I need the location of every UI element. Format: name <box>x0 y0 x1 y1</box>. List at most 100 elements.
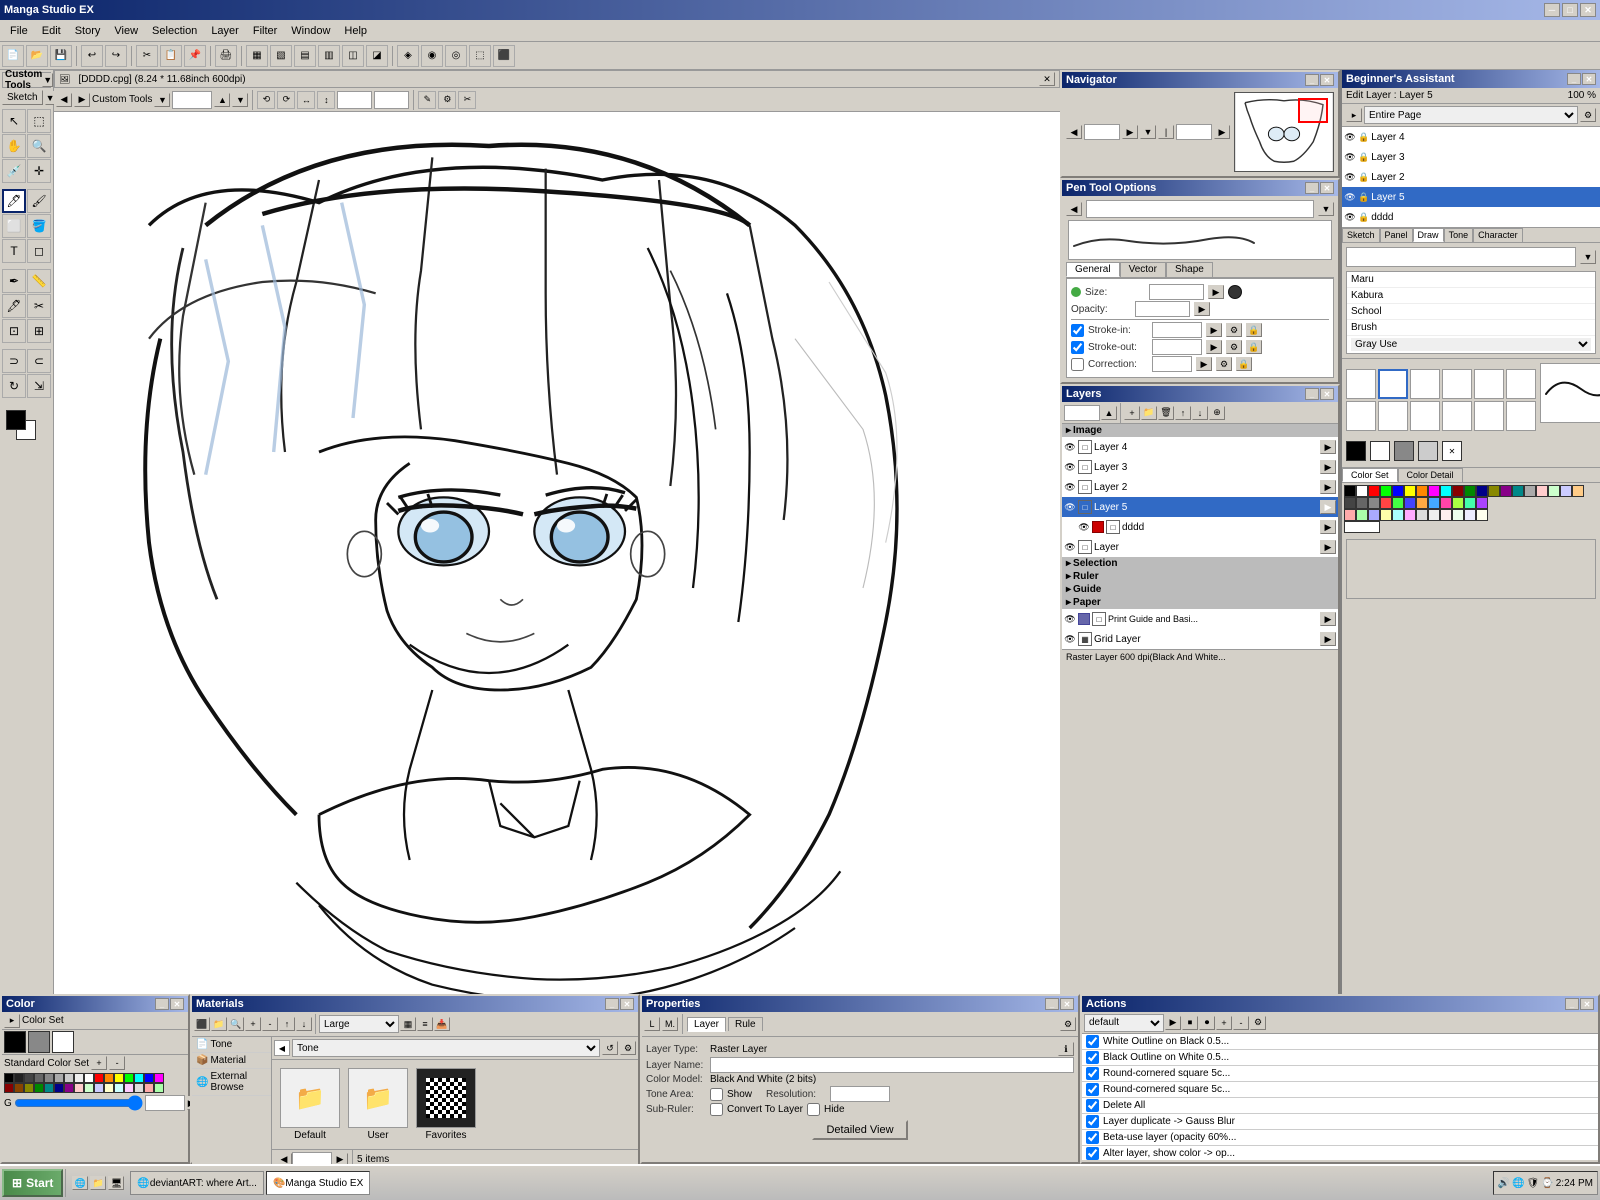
correction-input[interactable]: 5.0 <box>1152 356 1192 372</box>
action-0-check[interactable] <box>1086 1035 1099 1048</box>
st-btn6[interactable]: ⚙ <box>438 91 456 109</box>
action-3-check[interactable] <box>1086 1083 1099 1096</box>
save-button[interactable]: 💾 <box>50 45 72 67</box>
nav-x-right[interactable]: ▶ <box>1214 125 1230 139</box>
colorset-add[interactable]: + <box>91 1056 107 1070</box>
page-selector[interactable]: Entire Page <box>1364 106 1578 124</box>
actions-close[interactable]: ✕ <box>1580 998 1594 1010</box>
nav-x-input[interactable]: 0 <box>1176 124 1212 140</box>
brush-preview-9[interactable] <box>1410 401 1440 431</box>
tb2[interactable]: ▧ <box>270 45 292 67</box>
properties-close[interactable]: ✕ <box>1060 998 1074 1010</box>
tool-fill[interactable]: 🪣 <box>27 214 51 238</box>
eye-dddd[interactable]: 👁 <box>1078 521 1090 533</box>
eye-2[interactable]: 👁 <box>1064 481 1076 493</box>
correction-settings[interactable]: ⚙ <box>1216 357 1232 371</box>
ms-16[interactable] <box>154 1073 164 1083</box>
mat-favorites[interactable]: Favorites <box>416 1068 476 1141</box>
swatch-blue[interactable] <box>1392 485 1404 497</box>
minimize-button[interactable]: ─ <box>1544 3 1560 17</box>
swatch-olive[interactable] <box>1488 485 1500 497</box>
zoom-input[interactable]: 34.7 <box>172 91 212 109</box>
swatch-gray[interactable] <box>1524 485 1536 497</box>
tool-cut[interactable]: ✂ <box>27 294 51 318</box>
size-input[interactable]: 0.82 mm <box>1149 284 1204 300</box>
brush-preview-2[interactable] <box>1378 369 1408 399</box>
tb7[interactable]: ◈ <box>397 45 419 67</box>
cat-material[interactable]: 📦Material <box>192 1053 271 1069</box>
foreground-color-swatch[interactable] <box>6 410 26 430</box>
tb11[interactable]: ⬛ <box>493 45 515 67</box>
tab-rule[interactable]: Rule <box>728 1017 763 1031</box>
tool-eraser[interactable]: ⬜ <box>2 214 26 238</box>
menu-file[interactable]: File <box>4 23 34 39</box>
cat-external[interactable]: 🌐External Browse <box>192 1069 271 1096</box>
new-button[interactable]: 📄 <box>2 45 24 67</box>
tool-crop[interactable]: ⊡ <box>2 319 26 343</box>
strokein-input[interactable]: 5.00 mm <box>1152 322 1202 338</box>
brush-maru[interactable]: Maru <box>1347 272 1595 288</box>
tool-move[interactable]: ✛ <box>27 159 51 183</box>
action-2-check[interactable] <box>1086 1067 1099 1080</box>
swatch-magenta[interactable] <box>1428 485 1440 497</box>
swatch-lavender[interactable] <box>1476 497 1488 509</box>
pen-options-menu[interactable]: _ <box>1305 182 1319 194</box>
swatch-skyblue[interactable] <box>1428 497 1440 509</box>
brush-preview-12[interactable] <box>1506 401 1536 431</box>
layer-merge[interactable]: ⊕ <box>1209 406 1225 420</box>
opacity-up[interactable]: ▶ <box>1194 302 1210 316</box>
color-panel-menu[interactable]: _ <box>155 998 169 1010</box>
brush-preview-4[interactable] <box>1442 369 1472 399</box>
ms-20[interactable] <box>34 1083 44 1093</box>
ms-1[interactable] <box>4 1073 14 1083</box>
tool-arrow[interactable]: ↖ <box>2 109 26 133</box>
redo-button[interactable]: ↪ <box>105 45 127 67</box>
brush-preview-7[interactable] <box>1346 401 1376 431</box>
ms-32[interactable] <box>154 1083 164 1093</box>
eye-4[interactable]: 👁 <box>1064 441 1076 453</box>
ms-21[interactable] <box>44 1083 54 1093</box>
nav-zoom-minus[interactable]: ◀ <box>1066 125 1082 139</box>
asst-layer-5[interactable]: 👁 🔒 Layer 5 <box>1342 187 1600 207</box>
st-btn5[interactable]: ✎ <box>418 91 436 109</box>
st-btn1[interactable]: ⟲ <box>257 91 275 109</box>
layers-zoom-menu[interactable]: ▲ <box>1101 406 1117 420</box>
zoom-down[interactable]: ▼ <box>232 93 248 107</box>
grid-menu[interactable]: ▶ <box>1320 632 1336 646</box>
tab-layer[interactable]: Layer <box>687 1017 726 1032</box>
swatch-3-10[interactable] <box>1452 509 1464 521</box>
menu-filter[interactable]: Filter <box>247 23 283 39</box>
tb6[interactable]: ◪ <box>366 45 388 67</box>
eye-grid[interactable]: 👁 <box>1064 633 1076 645</box>
mat-dropdown[interactable]: Tone <box>292 1039 600 1057</box>
swatch-4-1[interactable] <box>1344 521 1380 533</box>
action-5-check[interactable] <box>1086 1115 1099 1128</box>
ms-25[interactable] <box>84 1083 94 1093</box>
assistant-close[interactable]: ✕ <box>1582 73 1596 85</box>
tool-pen3[interactable]: 🖋 <box>2 294 26 318</box>
ms-17[interactable] <box>4 1083 14 1093</box>
swatch-lightgreen2[interactable] <box>1392 497 1404 509</box>
tool-text[interactable]: T <box>2 239 26 263</box>
canvas-area[interactable]: 🖼 [DDDD.cpg] (8.24 * 11.68inch 600dpi) ✕… <box>54 70 1060 1130</box>
action-4-check[interactable] <box>1086 1099 1099 1112</box>
pen-menu-btn[interactable]: ▼ <box>1318 202 1334 216</box>
mat-refresh[interactable]: ↺ <box>602 1041 618 1055</box>
nav-left[interactable]: ◀ <box>56 93 72 107</box>
tb4[interactable]: ▥ <box>318 45 340 67</box>
ms-6[interactable] <box>54 1073 64 1083</box>
size-up[interactable]: ▶ <box>1208 285 1224 299</box>
prop-info[interactable]: ℹ <box>1058 1042 1074 1056</box>
tab-panel[interactable]: Panel <box>1380 228 1413 242</box>
tb9[interactable]: ◎ <box>445 45 467 67</box>
brush-kabura[interactable]: Kabura <box>1347 288 1595 304</box>
grid-layer-row[interactable]: 👁 ▦ Grid Layer ▶ <box>1062 629 1338 649</box>
strokeout-up[interactable]: ▶ <box>1206 340 1222 354</box>
layer-down[interactable]: ↓ <box>1192 406 1208 420</box>
fg-color-swatch[interactable] <box>1346 441 1366 461</box>
layer-5-row[interactable]: 👁 □ Layer 5 ▶ <box>1062 497 1338 517</box>
strokeout-input[interactable]: 5.00 mm <box>1152 339 1202 355</box>
swatch-midgray[interactable] <box>1356 497 1368 509</box>
swatch-gray2[interactable] <box>1368 497 1380 509</box>
maximize-button[interactable]: □ <box>1562 3 1578 17</box>
